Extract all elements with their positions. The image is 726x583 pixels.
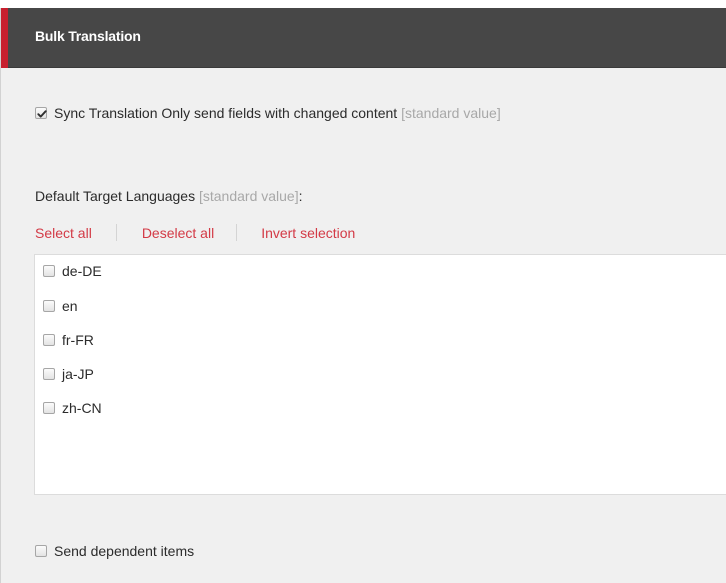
panel-header: Bulk Translation [1, 8, 726, 68]
list-item-ja-JP[interactable]: ja-JP [43, 366, 94, 382]
checkmark-icon [37, 110, 47, 118]
send-dependent-items-label: Send dependent items [54, 543, 195, 559]
language-label: fr-FR [62, 332, 94, 348]
language-checkbox-fr-FR[interactable] [43, 334, 55, 346]
target-languages-list[interactable]: de-DE en fr-FR ja-JP zh-CN [34, 254, 726, 495]
list-item-en[interactable]: en [43, 298, 78, 314]
language-label: en [62, 298, 78, 314]
language-label: de-DE [62, 263, 102, 279]
list-item-fr-FR[interactable]: fr-FR [43, 332, 94, 348]
language-label: ja-JP [62, 366, 94, 382]
sync-translation-label: Sync Translation Only send fields with c… [54, 105, 398, 121]
language-checkbox-ja-JP[interactable] [43, 368, 55, 380]
language-checkbox-en[interactable] [43, 300, 55, 312]
sync-translation-row[interactable]: Sync Translation Only send fields with c… [35, 105, 501, 121]
default-target-languages-label: Default Target Languages [standard value… [35, 188, 303, 204]
language-label: zh-CN [62, 400, 102, 416]
link-separator [115, 224, 117, 241]
send-dependent-items-checkbox[interactable] [35, 545, 47, 557]
panel-title: Bulk Translation [35, 28, 141, 44]
select-all-link[interactable]: Select all [35, 225, 92, 241]
bulk-translation-panel: Bulk Translation Sync Translation Only s… [0, 8, 726, 583]
send-dependent-items-row[interactable]: Send dependent items [35, 543, 194, 559]
link-separator [236, 224, 238, 241]
list-item-de-DE[interactable]: de-DE [43, 263, 102, 279]
default-languages-suffix: : [298, 188, 303, 204]
invert-selection-link[interactable]: Invert selection [261, 225, 355, 241]
language-checkbox-zh-CN[interactable] [43, 402, 55, 414]
header-accent-bar [1, 8, 8, 68]
deselect-all-link[interactable]: Deselect all [142, 225, 214, 241]
default-languages-standard-value: [standard value] [198, 188, 299, 204]
list-item-zh-CN[interactable]: zh-CN [43, 400, 102, 416]
selection-links: Select all Deselect all Invert selection [35, 224, 355, 241]
language-checkbox-de-DE[interactable] [43, 265, 55, 277]
sync-standard-value: [standard value] [401, 105, 501, 121]
sync-translation-checkbox[interactable] [35, 107, 47, 119]
default-languages-label: Default Target Languages [35, 188, 196, 204]
